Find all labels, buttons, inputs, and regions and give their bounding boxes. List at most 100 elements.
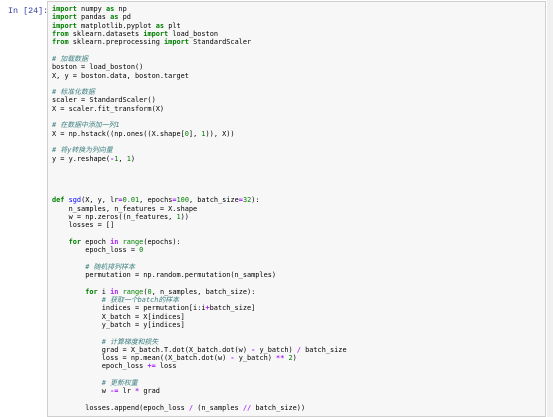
code-line: # 随机排列样本 [52, 263, 347, 271]
code-token: permutation = np.random.permutation(n_sa… [52, 271, 277, 279]
notebook-code-cell[interactable]: In [24]: import numpy as np import pandas… [0, 0, 553, 417]
code-token: 0.01 [122, 196, 140, 205]
code-token: import [52, 13, 77, 22]
code-token: matplotlib.pyplot [76, 21, 156, 30]
code-token: # 更新权重 [101, 379, 138, 388]
code-token: indices = permutation[i:i [52, 304, 206, 313]
code-line: scaler = StandardScaler() [52, 96, 347, 104]
code-lines[interactable]: import numpy as np import pandas as pd imp… [52, 5, 347, 416]
code-line: boston = load_boston() [52, 63, 347, 71]
code-token: from [52, 38, 69, 47]
code-token: (n_samples [193, 404, 243, 412]
code-token: 0 [139, 246, 144, 255]
code-line: # 更新权重 [52, 379, 347, 387]
code-token: ): [251, 196, 260, 205]
code-token: X = np.hstack((np.ones((X.shape[ [52, 129, 185, 138]
code-line: losses = [] [52, 221, 347, 229]
code-line: losses.append(epoch_loss / (n_samples //… [52, 404, 347, 412]
code-token: batch_size [300, 345, 347, 354]
code-line: # 计算梯度和损失 [52, 338, 347, 346]
code-line: w = np.zeros((n_features, 1)) [52, 213, 347, 221]
code-token: loss = np.mean((X_batch.dot(w) [52, 354, 231, 363]
code-line: epoch_loss = 0 [52, 246, 347, 254]
code-token: // [242, 404, 252, 412]
code-token: grad [139, 387, 160, 396]
code-token: sklearn.preprocessing [68, 38, 165, 47]
code-token: losses.append(epoch_loss [52, 404, 189, 412]
code-token: loss [155, 362, 177, 371]
code-line: n_samples, n_features = X.shape [52, 205, 347, 213]
code-token: import [164, 38, 189, 47]
code-line: epoch_loss += loss [52, 362, 347, 370]
code-token: for [85, 287, 98, 296]
code-token: y_batch) [255, 345, 297, 354]
code-token: numpy [76, 5, 106, 13]
code-token: (X, y, lr [81, 196, 119, 205]
code-line: permutation = np.random.permutation(n_sa… [52, 271, 347, 279]
code-token: y_batch) [234, 354, 277, 363]
code-editor[interactable]: import numpy as np import pandas as pd imp… [47, 1, 546, 417]
code-token: # 在数据中添加一列1 [52, 121, 120, 130]
code-token: X = scaler.fit_transform(X) [52, 104, 165, 113]
code-token: )) [180, 212, 189, 221]
cell-prompt: In [24]: [8, 6, 49, 16]
code-line: import matplotlib.pyplot as plt [52, 22, 347, 30]
code-token: y = y.reshape( [52, 154, 111, 163]
code-line: loss = np.mean((X_batch.dot(w) - y_batch… [52, 354, 347, 362]
code-token: epoch [81, 237, 111, 246]
code-token: StandardScaler [188, 38, 252, 47]
code-token: as [155, 21, 165, 30]
code-line: import numpy as np [52, 5, 347, 13]
code-token: w = np.zeros((n_features, [52, 212, 177, 221]
code-token: # 将y转换为列向量 [52, 146, 113, 155]
code-token: range [122, 237, 144, 246]
code-token: X_batch = X[indices] [52, 312, 185, 321]
code-token: import [52, 5, 77, 13]
code-token: epoch_loss = [52, 246, 140, 255]
code-line: # 加载数据 [52, 55, 347, 63]
code-token: def [52, 196, 65, 205]
code-token: sklearn.datasets [68, 29, 144, 38]
code-token: batch_size)) [251, 404, 306, 412]
code-token: import [143, 29, 169, 38]
code-line: y = y.reshape(-1, 1) [52, 155, 347, 163]
code-line: import pandas as pd [52, 13, 347, 21]
code-token: # 随机排列样本 [85, 262, 135, 271]
code-token: (epochs): [143, 237, 181, 246]
code-token: # 加载数据 [52, 54, 88, 63]
code-token: losses = [] [52, 221, 115, 230]
code-token: += [147, 362, 156, 371]
code-line: X = np.hstack((np.ones((X.shape[0], 1)),… [52, 130, 347, 138]
code-token: )), X)) [205, 129, 235, 138]
code-token: n_samples, n_features = X.shape [52, 204, 198, 213]
code-line: X = scaler.fit_transform(X) [52, 105, 347, 113]
code-token: # 标准化数据 [52, 88, 95, 97]
code-token: ) [292, 354, 297, 363]
code-token: # 获取一个batch的样本 [101, 295, 180, 304]
code-token: w [52, 387, 111, 396]
code-token: import [52, 21, 77, 30]
code-token: scaler = StandardScaler() [52, 96, 156, 105]
code-line: from sklearn.datasets import load_boston [52, 30, 347, 38]
code-line: # 在数据中添加一列1 [52, 121, 347, 129]
code-line: for i in range(0, n_samples, batch_size)… [52, 288, 347, 296]
vertical-scrollbar[interactable] [547, 0, 553, 417]
code-token: , batch_size [188, 196, 239, 205]
